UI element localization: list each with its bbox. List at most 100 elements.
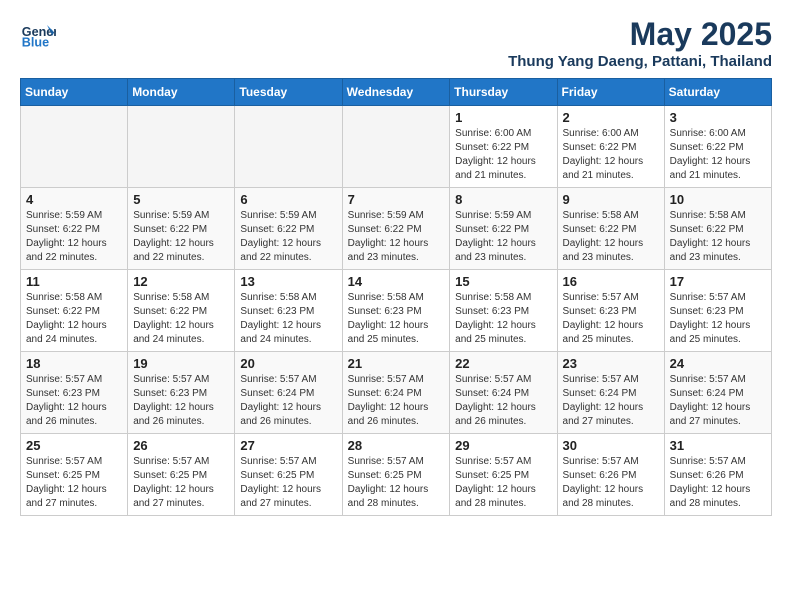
day-info: Sunrise: 5:57 AM Sunset: 6:26 PM Dayligh… (563, 455, 659, 511)
calendar-cell: 15 Sunrise: 5:58 AM Sunset: 6:23 PM Dayli… (450, 270, 557, 352)
calendar-cell (21, 106, 128, 188)
calendar-cell: 17 Sunrise: 5:57 AM Sunset: 6:23 PM Dayli… (664, 270, 771, 352)
day-number: 24 (670, 356, 766, 371)
weekday-header-wednesday: Wednesday (342, 79, 450, 106)
month-title: May 2025 (508, 16, 772, 53)
calendar-cell: 19 Sunrise: 5:57 AM Sunset: 6:23 PM Dayli… (128, 352, 235, 434)
calendar-cell: 22Sunrise: 5:57 AM Sunset: 6:24 PM Dayli… (450, 352, 557, 434)
calendar-cell: 3 Sunrise: 6:00 AM Sunset: 6:22 PM Daylig… (664, 106, 771, 188)
weekday-header-saturday: Saturday (664, 79, 771, 106)
day-info: Sunrise: 5:58 AM Sunset: 6:23 PM Dayligh… (240, 291, 336, 347)
calendar-cell (235, 106, 342, 188)
weekday-header-friday: Friday (557, 79, 664, 106)
day-number: 10 (670, 192, 766, 207)
day-number: 1 (455, 110, 551, 125)
day-number: 21 (348, 356, 445, 371)
calendar-cell: 7 Sunrise: 5:59 AM Sunset: 6:22 PM Daylig… (342, 188, 450, 270)
day-number: 4 (26, 192, 122, 207)
logo: General Blue (20, 16, 56, 52)
day-info: Sunrise: 5:57 AM Sunset: 6:25 PM Dayligh… (348, 455, 445, 511)
day-number: 7 (348, 192, 445, 207)
day-number: 28 (348, 438, 445, 453)
calendar-cell: 4 Sunrise: 5:59 AM Sunset: 6:22 PM Daylig… (21, 188, 128, 270)
day-number: 26 (133, 438, 229, 453)
day-number: 11 (26, 274, 122, 289)
day-info: Sunrise: 5:58 AM Sunset: 6:22 PM Dayligh… (133, 291, 229, 347)
calendar-cell: 28 Sunrise: 5:57 AM Sunset: 6:25 PM Dayli… (342, 434, 450, 516)
calendar-cell: 14 Sunrise: 5:58 AM Sunset: 6:23 PM Dayli… (342, 270, 450, 352)
day-number: 29 (455, 438, 551, 453)
day-info: Sunrise: 5:57 AM Sunset: 6:24 PM Dayligh… (455, 373, 551, 429)
day-info: Sunrise: 5:58 AM Sunset: 6:22 PM Dayligh… (26, 291, 122, 347)
svg-text:Blue: Blue (22, 36, 49, 50)
day-info: Sunrise: 5:59 AM Sunset: 6:22 PM Dayligh… (26, 209, 122, 265)
day-info: Sunrise: 5:57 AM Sunset: 6:26 PM Dayligh… (670, 455, 766, 511)
calendar-cell: 10 Sunrise: 5:58 AM Sunset: 6:22 PM Dayli… (664, 188, 771, 270)
weekday-header-tuesday: Tuesday (235, 79, 342, 106)
day-info: Sunrise: 5:59 AM Sunset: 6:22 PM Dayligh… (455, 209, 551, 265)
day-info: Sunrise: 5:58 AM Sunset: 6:22 PM Dayligh… (670, 209, 766, 265)
calendar-cell: 16Sunrise: 5:57 AM Sunset: 6:23 PM Dayli… (557, 270, 664, 352)
calendar-cell: 2Sunrise: 6:00 AM Sunset: 6:22 PM Daylig… (557, 106, 664, 188)
day-info: Sunrise: 5:57 AM Sunset: 6:23 PM Dayligh… (133, 373, 229, 429)
day-info: Sunrise: 5:58 AM Sunset: 6:23 PM Dayligh… (455, 291, 551, 347)
day-number: 2 (563, 110, 659, 125)
day-info: Sunrise: 5:58 AM Sunset: 6:23 PM Dayligh… (348, 291, 445, 347)
day-number: 14 (348, 274, 445, 289)
day-info: Sunrise: 5:58 AM Sunset: 6:22 PM Dayligh… (563, 209, 659, 265)
day-info: Sunrise: 5:57 AM Sunset: 6:25 PM Dayligh… (455, 455, 551, 511)
day-number: 31 (670, 438, 766, 453)
calendar-cell: 13 Sunrise: 5:58 AM Sunset: 6:23 PM Dayli… (235, 270, 342, 352)
day-number: 20 (240, 356, 336, 371)
calendar-cell: 25 Sunrise: 5:57 AM Sunset: 6:25 PM Dayli… (21, 434, 128, 516)
calendar-cell: 29 Sunrise: 5:57 AM Sunset: 6:25 PM Dayli… (450, 434, 557, 516)
day-number: 8 (455, 192, 551, 207)
calendar-cell: 31 Sunrise: 5:57 AM Sunset: 6:26 PM Dayli… (664, 434, 771, 516)
calendar-cell: 6Sunrise: 5:59 AM Sunset: 6:22 PM Daylig… (235, 188, 342, 270)
day-number: 17 (670, 274, 766, 289)
calendar-cell: 26 Sunrise: 5:57 AM Sunset: 6:25 PM Dayli… (128, 434, 235, 516)
day-info: Sunrise: 5:59 AM Sunset: 6:22 PM Dayligh… (348, 209, 445, 265)
page-header: General Blue May 2025 Thung Yang Daeng, … (20, 16, 772, 70)
day-info: Sunrise: 5:57 AM Sunset: 6:23 PM Dayligh… (26, 373, 122, 429)
day-info: Sunrise: 5:57 AM Sunset: 6:23 PM Dayligh… (670, 291, 766, 347)
day-info: Sunrise: 6:00 AM Sunset: 6:22 PM Dayligh… (670, 127, 766, 183)
day-number: 9 (563, 192, 659, 207)
calendar-cell: 8 Sunrise: 5:59 AM Sunset: 6:22 PM Daylig… (450, 188, 557, 270)
calendar-cell: 11 Sunrise: 5:58 AM Sunset: 6:22 PM Dayli… (21, 270, 128, 352)
day-info: Sunrise: 6:00 AM Sunset: 6:22 PM Dayligh… (455, 127, 551, 183)
day-number: 13 (240, 274, 336, 289)
day-info: Sunrise: 5:57 AM Sunset: 6:25 PM Dayligh… (133, 455, 229, 511)
calendar-cell (128, 106, 235, 188)
day-number: 12 (133, 274, 229, 289)
day-number: 25 (26, 438, 122, 453)
calendar-cell: 20Sunrise: 5:57 AM Sunset: 6:24 PM Dayli… (235, 352, 342, 434)
logo-icon: General Blue (20, 16, 56, 52)
day-info: Sunrise: 5:57 AM Sunset: 6:25 PM Dayligh… (26, 455, 122, 511)
day-info: Sunrise: 5:57 AM Sunset: 6:24 PM Dayligh… (563, 373, 659, 429)
calendar-cell (342, 106, 450, 188)
weekday-header-sunday: Sunday (21, 79, 128, 106)
weekday-header-thursday: Thursday (450, 79, 557, 106)
day-info: Sunrise: 5:57 AM Sunset: 6:25 PM Dayligh… (240, 455, 336, 511)
day-number: 23 (563, 356, 659, 371)
day-info: Sunrise: 5:57 AM Sunset: 6:24 PM Dayligh… (670, 373, 766, 429)
calendar-cell: 23 Sunrise: 5:57 AM Sunset: 6:24 PM Dayli… (557, 352, 664, 434)
title-block: May 2025 Thung Yang Daeng, Pattani, Thai… (508, 16, 772, 70)
day-number: 30 (563, 438, 659, 453)
day-number: 15 (455, 274, 551, 289)
calendar-cell: 18 Sunrise: 5:57 AM Sunset: 6:23 PM Dayli… (21, 352, 128, 434)
calendar-cell: 1 Sunrise: 6:00 AM Sunset: 6:22 PM Daylig… (450, 106, 557, 188)
calendar-cell: 30 Sunrise: 5:57 AM Sunset: 6:26 PM Dayli… (557, 434, 664, 516)
day-number: 19 (133, 356, 229, 371)
calendar-cell: 27Sunrise: 5:57 AM Sunset: 6:25 PM Dayli… (235, 434, 342, 516)
location-title: Thung Yang Daeng, Pattani, Thailand (508, 53, 772, 70)
calendar-week-2: 4 Sunrise: 5:59 AM Sunset: 6:22 PM Daylig… (21, 188, 772, 270)
calendar-cell: 21Sunrise: 5:57 AM Sunset: 6:24 PM Dayli… (342, 352, 450, 434)
day-number: 18 (26, 356, 122, 371)
calendar-week-1: 1 Sunrise: 6:00 AM Sunset: 6:22 PM Daylig… (21, 106, 772, 188)
day-number: 5 (133, 192, 229, 207)
day-number: 3 (670, 110, 766, 125)
calendar-week-3: 11 Sunrise: 5:58 AM Sunset: 6:22 PM Dayli… (21, 270, 772, 352)
day-number: 6 (240, 192, 336, 207)
